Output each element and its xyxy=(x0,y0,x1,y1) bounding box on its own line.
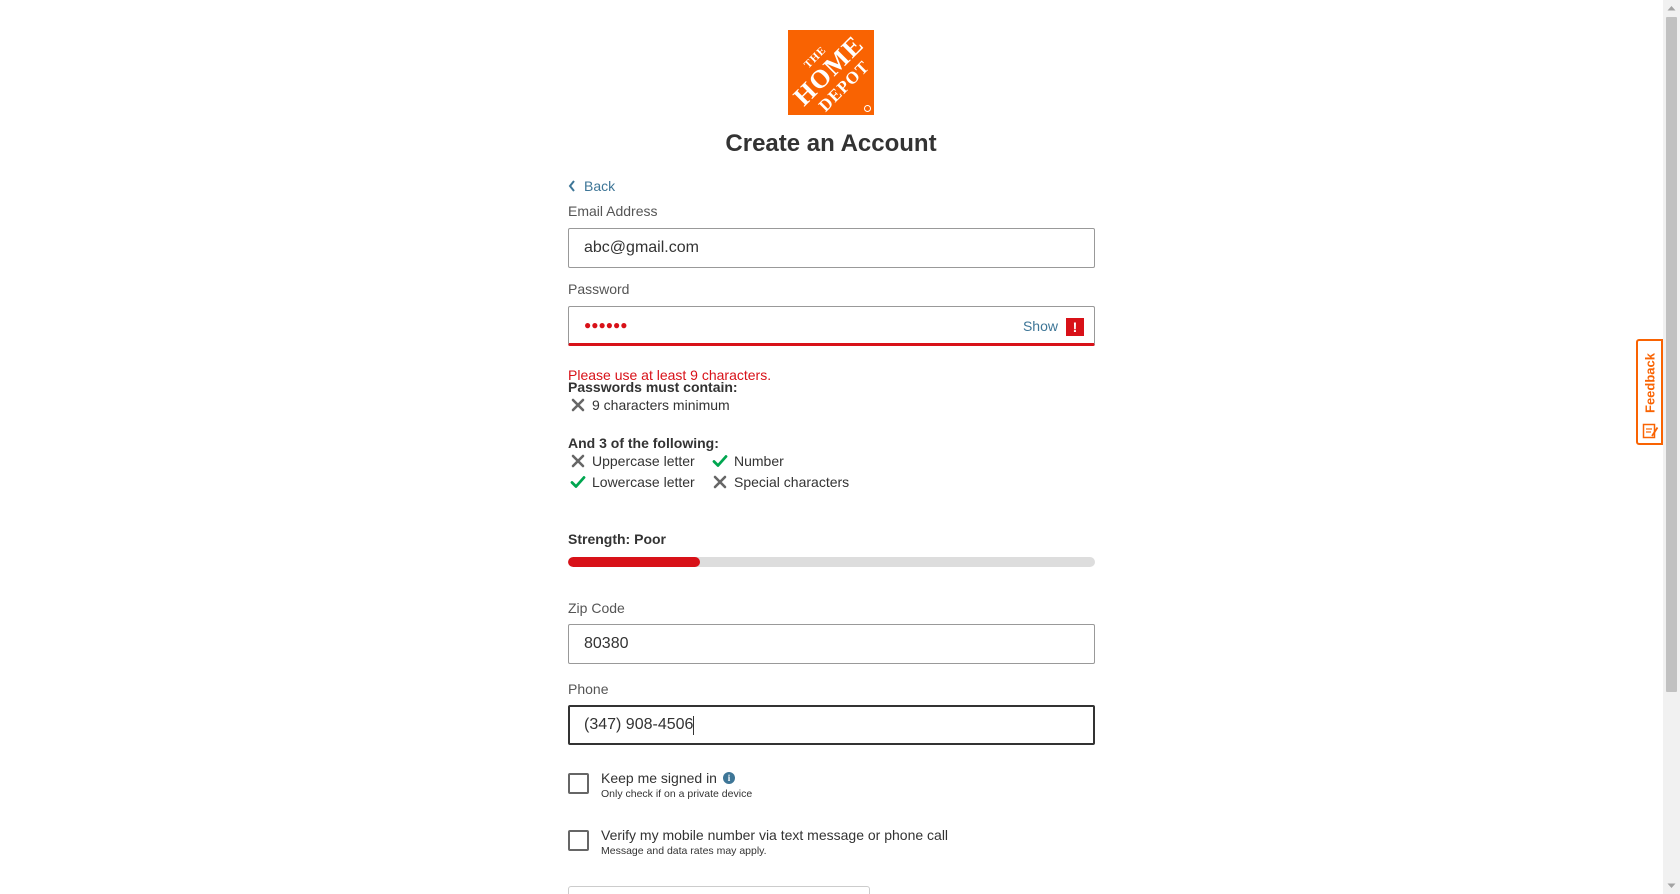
back-link[interactable]: Back xyxy=(568,178,615,194)
keep-signed-in-label[interactable]: Keep me signed in xyxy=(601,770,717,786)
scroll-up-arrow-icon[interactable] xyxy=(1663,0,1680,17)
phone-input[interactable]: (347) 908-4506 xyxy=(568,705,1095,745)
x-icon xyxy=(571,398,585,412)
rule-item: Uppercase letter xyxy=(570,453,695,469)
x-icon xyxy=(571,454,585,468)
scrollbar-thumb[interactable] xyxy=(1666,17,1677,692)
back-label: Back xyxy=(584,178,616,194)
strength-meter-fill xyxy=(568,557,700,567)
text-cursor xyxy=(693,715,695,735)
logo-wordmark: THE HOME DEPOT xyxy=(788,30,874,115)
rule-item: 9 characters minimum xyxy=(570,397,730,413)
feedback-label: Feedback xyxy=(1642,353,1657,413)
keep-signed-in-text: Keep me signed in i Only check if on a p… xyxy=(601,770,752,800)
rule-text: Uppercase letter xyxy=(592,453,695,469)
verify-mobile-row: Verify my mobile number via text message… xyxy=(568,827,948,857)
zip-label: Zip Code xyxy=(568,600,625,616)
rules-must-title: Passwords must contain: xyxy=(568,379,738,395)
chevron-left-icon xyxy=(568,180,575,192)
show-password-button[interactable]: Show xyxy=(1023,318,1058,334)
checkmark-icon xyxy=(570,476,586,488)
rule-text: Special characters xyxy=(734,474,850,490)
phone-value: (347) 908-4506 xyxy=(584,716,694,733)
keep-signed-in-label-row: Keep me signed in i xyxy=(601,770,752,786)
feedback-pencil-icon xyxy=(1642,423,1659,439)
password-masked-value: ●●●●●● xyxy=(584,318,628,332)
rule-text: 9 characters minimum xyxy=(592,397,730,413)
strength-meter xyxy=(568,557,1095,567)
keep-signed-in-checkbox[interactable] xyxy=(568,773,589,794)
registered-mark xyxy=(864,105,871,112)
rules-following-title: And 3 of the following: xyxy=(568,435,719,451)
email-input[interactable]: abc@gmail.com xyxy=(568,228,1095,268)
verify-mobile-label[interactable]: Verify my mobile number via text message… xyxy=(601,827,948,843)
phone-label: Phone xyxy=(568,681,609,697)
home-depot-logo[interactable]: THE HOME DEPOT xyxy=(788,30,874,115)
password-label: Password xyxy=(568,281,630,297)
info-icon[interactable]: i xyxy=(722,772,735,784)
scroll-down-arrow-icon[interactable] xyxy=(1663,877,1680,894)
verify-mobile-sublabel: Message and data rates may apply. xyxy=(601,845,767,857)
create-account-page: THE HOME DEPOT Create an Account Back Em… xyxy=(0,0,1663,894)
rule-item: Number xyxy=(712,453,784,469)
checkmark-icon xyxy=(712,455,728,467)
zip-value: 80380 xyxy=(584,635,629,652)
keep-signed-in-row: Keep me signed in i Only check if on a p… xyxy=(568,770,752,800)
rule-item: Special characters xyxy=(712,474,849,490)
error-icon: ! xyxy=(1066,318,1084,336)
x-icon xyxy=(713,475,727,489)
email-value: abc@gmail.com xyxy=(584,239,699,256)
vertical-scrollbar[interactable] xyxy=(1663,0,1680,894)
next-control-partial[interactable] xyxy=(568,886,870,894)
rule-text: Number xyxy=(734,453,784,469)
rule-item: Lowercase letter xyxy=(570,474,695,490)
keep-signed-in-sublabel: Only check if on a private device xyxy=(601,788,753,800)
verify-mobile-checkbox[interactable] xyxy=(568,830,589,851)
verify-mobile-text: Verify my mobile number via text message… xyxy=(601,827,948,857)
email-label: Email Address xyxy=(568,203,658,219)
password-input[interactable]: ●●●●●● Show ! xyxy=(568,306,1095,346)
zip-input[interactable]: 80380 xyxy=(568,624,1095,664)
rule-text: Lowercase letter xyxy=(592,474,695,490)
feedback-tab[interactable]: Feedback xyxy=(1636,339,1663,445)
page-title: Create an Account xyxy=(725,130,937,157)
strength-label: Strength: Poor xyxy=(568,531,666,547)
